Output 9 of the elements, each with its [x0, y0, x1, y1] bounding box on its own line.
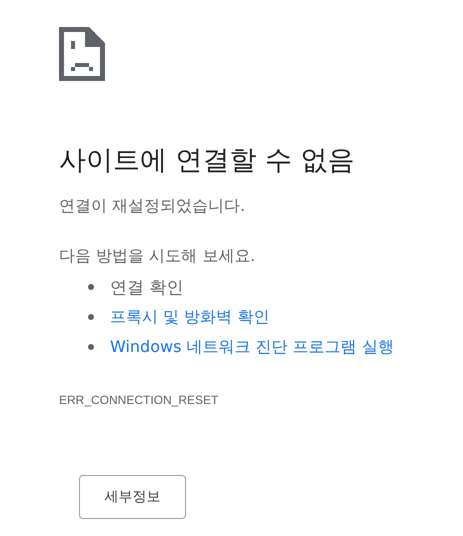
suggestion-link[interactable]: 프록시 및 방화벽 확인	[110, 306, 270, 328]
suggestions-intro: 다음 방법을 시도해 보세요.	[59, 245, 256, 267]
error-code: ERR_CONNECTION_RESET	[59, 393, 220, 407]
suggestion-text: 연결 확인	[110, 276, 184, 298]
error-message: 연결이 재설정되었습니다.	[59, 196, 246, 216]
error-heading: 사이트에 연결할 수 없음	[59, 144, 356, 178]
sad-page-icon	[59, 27, 105, 81]
details-button[interactable]: 세부정보	[79, 475, 186, 519]
suggestion-link[interactable]: Windows 네트워크 진단 프로그램 실행	[110, 336, 394, 358]
